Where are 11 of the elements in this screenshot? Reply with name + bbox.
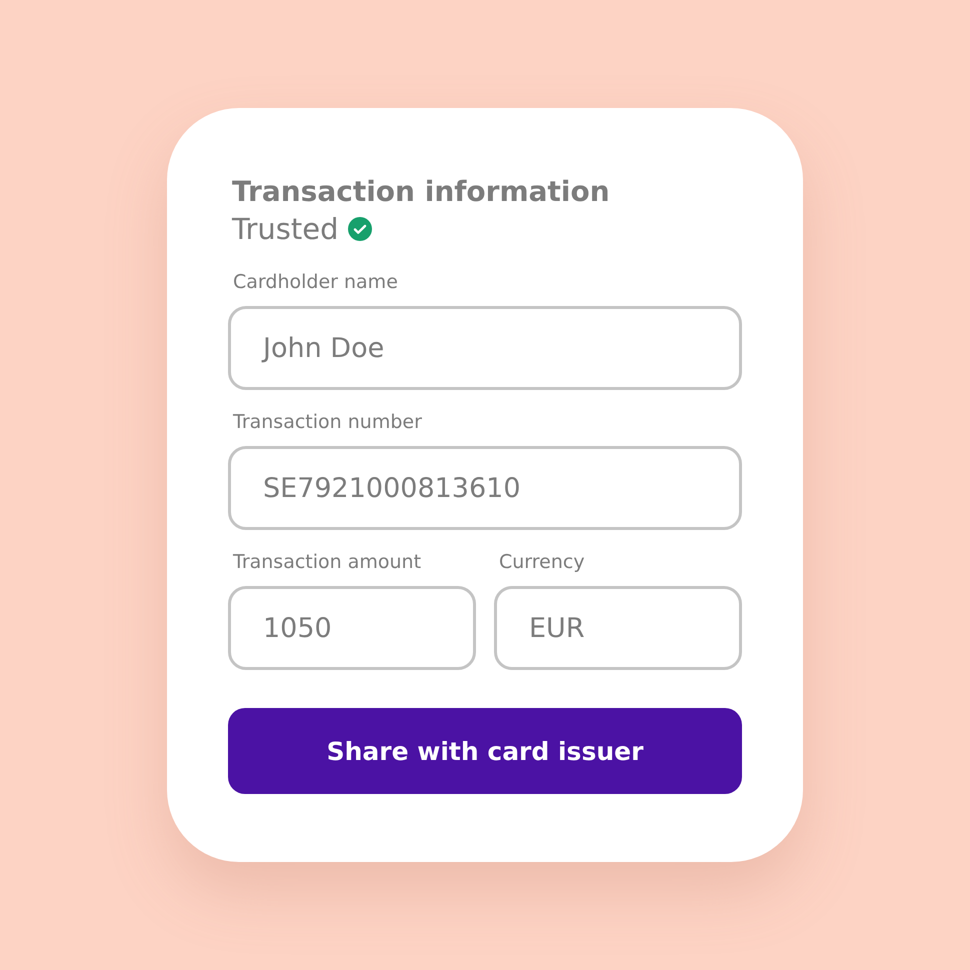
- input-field[interactable]: EUR: [494, 586, 742, 670]
- input-field[interactable]: John Doe: [228, 306, 742, 390]
- field-label: Cardholder name: [233, 270, 399, 294]
- input-field[interactable]: 1050: [228, 586, 476, 670]
- input-field[interactable]: SE7921000813610: [228, 446, 742, 530]
- field-label: Currency: [499, 550, 586, 574]
- card-title: Transaction information: [232, 174, 611, 210]
- share-button[interactable]: Share with card issuer: [228, 708, 742, 794]
- field-label: Transaction amount: [233, 550, 422, 574]
- status-label: Trusted: [232, 211, 338, 248]
- field-label: Transaction number: [233, 410, 423, 434]
